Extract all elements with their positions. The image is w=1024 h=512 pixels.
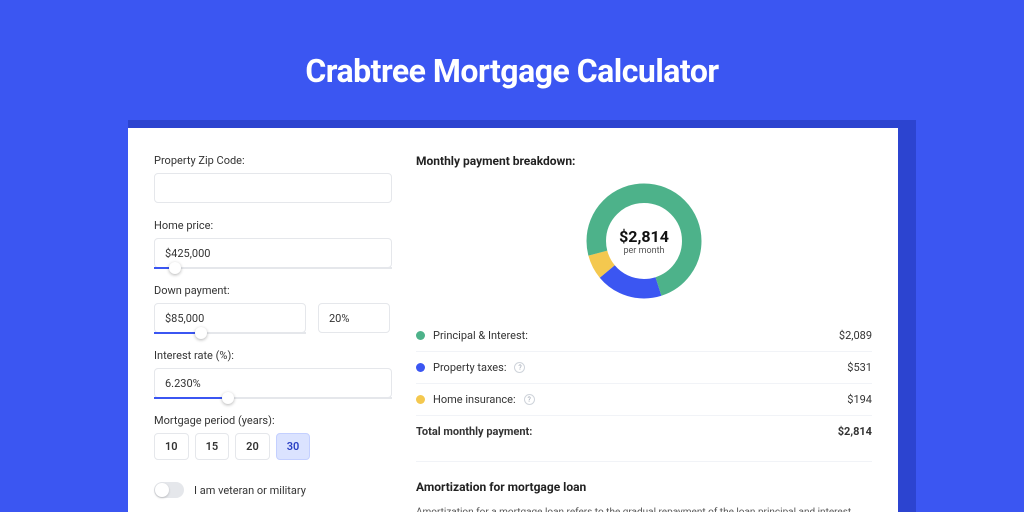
breakdown-title: Monthly payment breakdown: [416, 154, 872, 168]
breakdown-line-tax: Property taxes:? $531 [416, 351, 872, 383]
help-icon[interactable]: ? [524, 394, 535, 405]
slider-knob[interactable] [195, 327, 207, 339]
toggle-knob [155, 483, 169, 497]
home-price-input[interactable] [154, 238, 392, 268]
slider-knob[interactable] [222, 392, 234, 404]
period-label: Mortgage period (years): [154, 414, 408, 427]
donut-value: $2,814 [619, 227, 669, 246]
veteran-toggle[interactable] [154, 482, 184, 498]
breakdown-panel: Monthly payment breakdown: $2,814 per mo… [408, 128, 898, 512]
home-price-row: Home price: [154, 219, 408, 268]
page-title: Crabtree Mortgage Calculator [0, 52, 1024, 90]
legend-dot-icon [416, 395, 425, 404]
breakdown-line-left: Property taxes:? [416, 361, 525, 374]
down-payment-pct-input[interactable] [318, 303, 390, 333]
breakdown-line-amount: $531 [847, 361, 872, 374]
donut-center: $2,814 per month [581, 178, 707, 304]
breakdown-line-left: Home insurance:? [416, 393, 535, 406]
rate-input[interactable] [154, 368, 392, 398]
amortization-section: Amortization for mortgage loan Amortizat… [416, 461, 872, 512]
period-button-10[interactable]: 10 [154, 433, 189, 460]
donut-sub: per month [623, 246, 664, 256]
zip-label: Property Zip Code: [154, 154, 408, 167]
breakdown-total-amount: $2,814 [838, 425, 872, 438]
breakdown-line-label: Property taxes: [433, 361, 506, 374]
help-icon[interactable]: ? [514, 362, 525, 373]
slider-fill [154, 332, 201, 334]
veteran-row: I am veteran or military [154, 482, 408, 498]
rate-row: Interest rate (%): [154, 349, 408, 398]
breakdown-total-label: Total monthly payment: [416, 425, 532, 438]
period-button-20[interactable]: 20 [235, 433, 270, 460]
breakdown-line-total: Total monthly payment: $2,814 [416, 415, 872, 447]
legend-dot-icon [416, 331, 425, 340]
page-stage: Crabtree Mortgage Calculator Property Zi… [0, 0, 1024, 512]
rate-label: Interest rate (%): [154, 349, 408, 362]
donut-chart: $2,814 per month [581, 178, 707, 304]
breakdown-line-label: Principal & Interest: [433, 329, 528, 342]
down-payment-row: Down payment: [154, 284, 408, 333]
breakdown-line-label: Home insurance: [433, 393, 516, 406]
breakdown-line-amount: $194 [847, 393, 872, 406]
down-payment-label: Down payment: [154, 284, 408, 297]
zip-row: Property Zip Code: [154, 154, 408, 203]
breakdown-line-left: Total monthly payment: [416, 425, 532, 438]
breakdown-line-ins: Home insurance:? $194 [416, 383, 872, 415]
calculator-card: Property Zip Code: Home price: Down paym… [128, 128, 898, 512]
breakdown-line-left: Principal & Interest: [416, 329, 528, 342]
period-buttons: 10152030 [154, 433, 408, 460]
slider-fill [154, 397, 228, 399]
slider-track [154, 267, 392, 269]
zip-input[interactable] [154, 173, 392, 203]
period-row: Mortgage period (years): 10152030 [154, 414, 408, 460]
legend-dot-icon [416, 363, 425, 372]
breakdown-line-amount: $2,089 [839, 329, 872, 342]
amortization-title: Amortization for mortgage loan [416, 480, 872, 494]
breakdown-lines: Principal & Interest: $2,089 Property taxe… [416, 320, 872, 447]
breakdown-line-pi: Principal & Interest: $2,089 [416, 320, 872, 351]
down-payment-input[interactable] [154, 303, 306, 333]
period-button-15[interactable]: 15 [195, 433, 230, 460]
form-panel: Property Zip Code: Home price: Down paym… [128, 128, 408, 512]
donut-container: $2,814 per month [416, 168, 872, 314]
veteran-label: I am veteran or military [194, 484, 306, 497]
period-button-30[interactable]: 30 [276, 433, 311, 460]
home-price-label: Home price: [154, 219, 408, 232]
amortization-text: Amortization for a mortgage loan refers … [416, 506, 872, 512]
slider-knob[interactable] [169, 262, 181, 274]
